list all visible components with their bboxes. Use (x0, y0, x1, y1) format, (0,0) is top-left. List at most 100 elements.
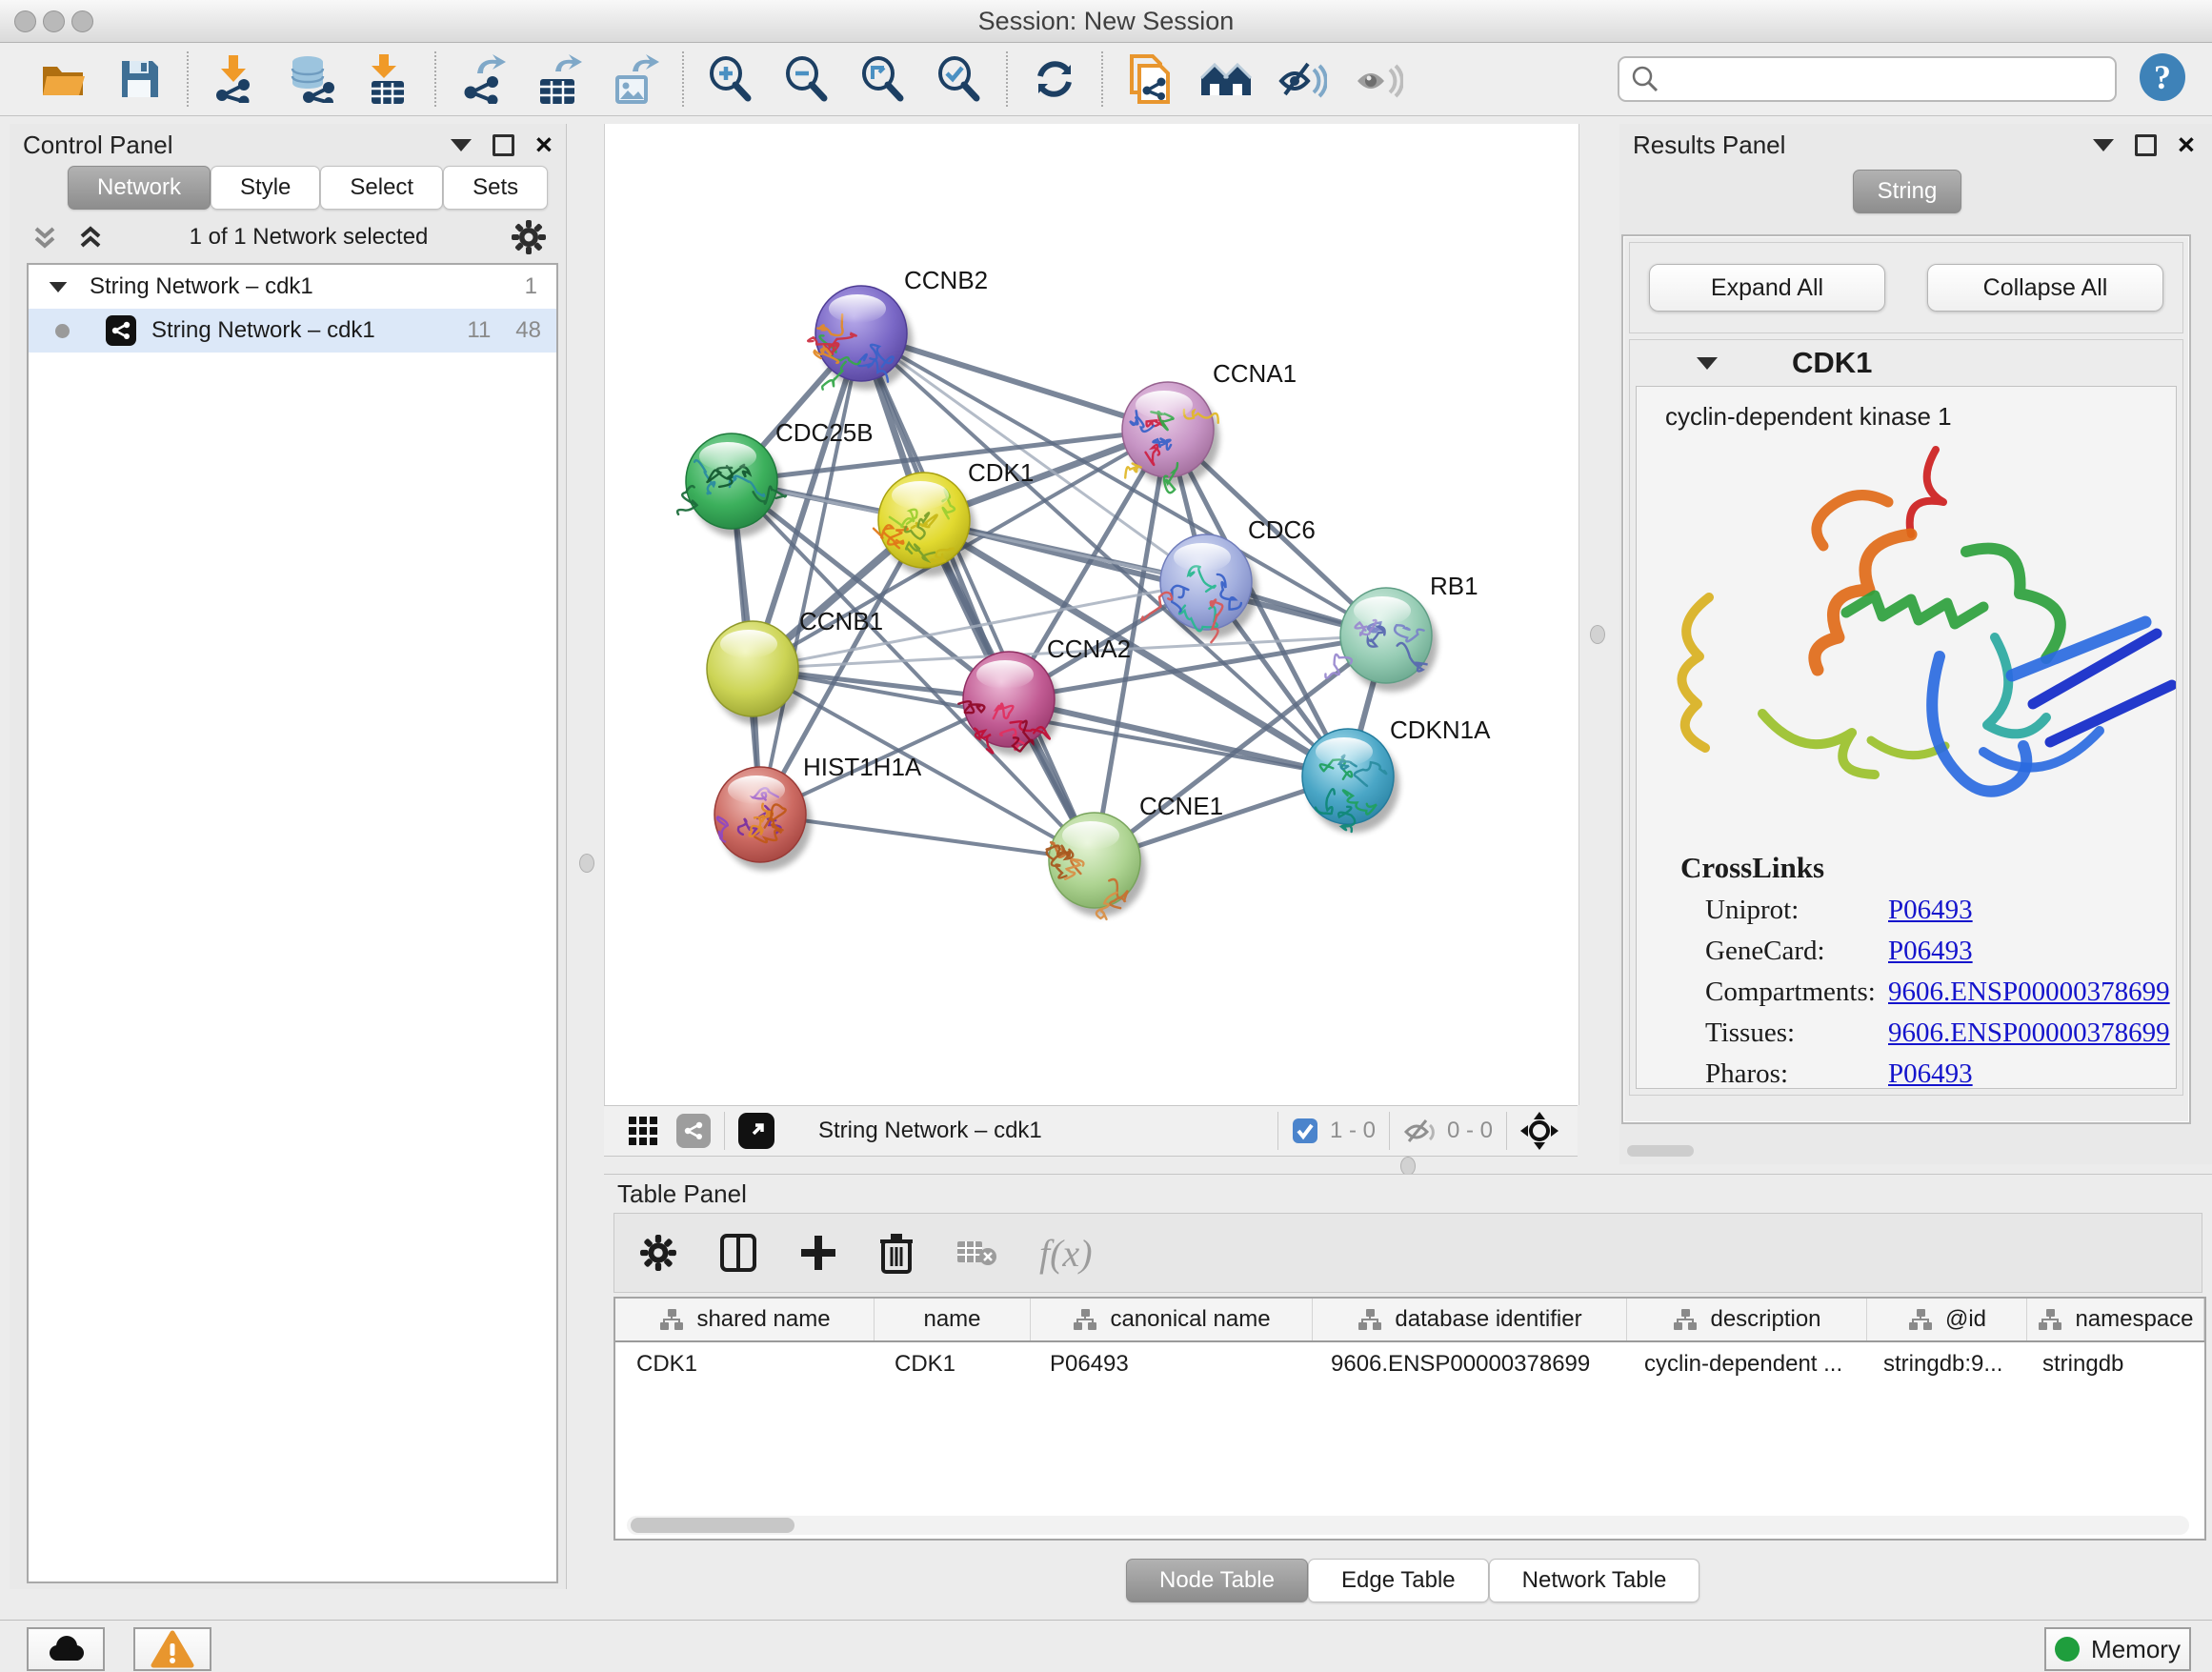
hidden-counts: 0 - 0 (1447, 1118, 1493, 1144)
export-network-button[interactable] (457, 53, 509, 105)
table-hscrollbar-thumb[interactable] (631, 1518, 794, 1533)
network-node-CDKN1A: CDKN1A (1302, 715, 1491, 833)
show-all-button[interactable] (1353, 53, 1404, 105)
zoom-selected-button[interactable] (934, 53, 985, 105)
collapse-all-button[interactable]: Collapse All (1927, 264, 2163, 312)
table-cell[interactable]: stringdb:9... (1862, 1342, 2021, 1386)
tab-edge-table[interactable]: Edge Table (1308, 1559, 1489, 1602)
network-share-icon[interactable] (676, 1114, 711, 1148)
network-row[interactable]: String Network – cdk1 11 48 (29, 309, 556, 353)
import-network-file-button[interactable] (210, 53, 261, 105)
warnings-button[interactable] (133, 1627, 211, 1671)
crosslink-value-link[interactable]: 9606.ENSP00000378699 (1888, 1017, 2170, 1049)
gene-expander-icon[interactable] (1697, 357, 1718, 370)
column-header-id[interactable]: @id (1867, 1299, 2027, 1340)
tab-node-table[interactable]: Node Table (1126, 1559, 1308, 1602)
import-table-button[interactable] (362, 53, 413, 105)
new-network-from-selection-button[interactable] (1124, 53, 1176, 105)
table-cell[interactable]: stringdb (2021, 1342, 2198, 1386)
results-scrollbar-thumb[interactable] (1627, 1145, 1694, 1157)
save-session-button[interactable] (114, 53, 166, 105)
table-cell[interactable]: CDK1 (874, 1342, 1029, 1386)
expand-all-tree-icon[interactable] (74, 221, 107, 253)
crosslink-value-link[interactable]: P06493 (1888, 1058, 1973, 1089)
table-cell[interactable]: cyclin-dependent ... (1623, 1342, 1862, 1386)
table-tabs: Node TableEdge TableNetwork Table (1126, 1559, 1699, 1602)
gene-name: CDK1 (1792, 346, 1872, 380)
network-collection-row[interactable]: String Network – cdk1 1 (29, 265, 556, 309)
tab-sets[interactable]: Sets (443, 166, 548, 210)
search-input[interactable] (1659, 65, 2103, 93)
tab-network-table[interactable]: Network Table (1489, 1559, 1700, 1602)
right-splitter-handle[interactable] (1590, 625, 1605, 644)
tab-select[interactable]: Select (320, 166, 443, 210)
function-builder-icon: f(x) (1039, 1231, 1093, 1276)
gene-section-header[interactable]: CDK1 (1630, 340, 2182, 386)
detach-view-button[interactable] (738, 1113, 774, 1149)
zoom-in-button[interactable] (705, 53, 756, 105)
column-header-namespace[interactable]: namespace (2027, 1299, 2204, 1340)
network-view-canvas[interactable]: CCNB2CCNA1CDC25BCDK1CDC6RB1CCNB1CCNA2CDK… (604, 124, 1579, 1105)
zoom-fit-button[interactable] (857, 53, 909, 105)
import-network-database-button[interactable] (286, 53, 337, 105)
column-header-name[interactable]: name (875, 1299, 1031, 1340)
tab-string[interactable]: String (1853, 170, 1961, 213)
crosslink-row: Pharos:P06493 (1705, 1058, 2176, 1089)
crosshair-icon[interactable] (1520, 1112, 1558, 1150)
grid-view-icon[interactable] (627, 1115, 659, 1147)
float-panel-icon[interactable] (493, 134, 514, 156)
collection-expander-icon[interactable] (50, 281, 68, 292)
panel-menu-icon[interactable] (2093, 139, 2114, 151)
expand-all-button[interactable]: Expand All (1649, 264, 1885, 312)
table-cell[interactable]: 9606.ENSP00000378699 (1310, 1342, 1623, 1386)
selected-checkbox-icon[interactable] (1292, 1118, 1318, 1144)
float-panel-icon[interactable] (2135, 134, 2157, 156)
table-cell[interactable]: CDK1 (615, 1342, 874, 1386)
help-button[interactable]: ? (2138, 52, 2187, 107)
column-header-databaseidentifier[interactable]: database identifier (1313, 1299, 1627, 1340)
horizontal-splitter-handle[interactable] (1400, 1157, 1416, 1176)
export-image-button[interactable] (610, 53, 661, 105)
add-column-icon[interactable] (799, 1234, 837, 1272)
network-node-count: 11 (467, 317, 491, 344)
column-header-description[interactable]: description (1627, 1299, 1867, 1340)
memory-button[interactable]: Memory (2044, 1627, 2191, 1671)
table-toolbar: f(x) (613, 1213, 2202, 1293)
refresh-layout-button[interactable] (1029, 53, 1080, 105)
toolbar-separator (187, 51, 189, 107)
hidden-eye-icon[interactable] (1403, 1117, 1438, 1145)
table-cell[interactable]: P06493 (1029, 1342, 1310, 1386)
crosslink-value-link[interactable]: P06493 (1888, 895, 1973, 926)
delete-column-icon[interactable] (879, 1232, 914, 1274)
hide-selected-button[interactable] (1277, 53, 1328, 105)
table-settings-gear-icon[interactable] (639, 1234, 677, 1272)
tab-style[interactable]: Style (211, 166, 320, 210)
tab-network[interactable]: Network (68, 166, 211, 210)
column-header-canonicalname[interactable]: canonical name (1031, 1299, 1313, 1340)
table-hscrollbar[interactable] (627, 1516, 2189, 1535)
left-splitter-handle[interactable] (579, 854, 594, 873)
column-header-sharedname[interactable]: shared name (615, 1299, 875, 1340)
node-table[interactable]: shared namenamecanonical namedatabase id… (613, 1297, 2206, 1541)
close-panel-icon[interactable]: × (2178, 135, 2195, 154)
collapse-all-tree-icon[interactable] (29, 221, 61, 253)
open-session-button[interactable] (38, 53, 90, 105)
cloud-status-button[interactable] (27, 1627, 105, 1671)
table-row[interactable]: CDK1CDK1P064939606.ENSP00000378699cyclin… (615, 1342, 2204, 1386)
gear-icon[interactable] (511, 219, 547, 255)
shared-column-icon (1907, 1307, 1934, 1332)
crosslinks-heading: CrossLinks (1680, 851, 2176, 885)
export-table-button[interactable] (533, 53, 585, 105)
crosslink-value-link[interactable]: P06493 (1888, 936, 1973, 967)
search-box (1618, 56, 2117, 102)
svg-text:CDK1: CDK1 (968, 458, 1034, 487)
close-panel-icon[interactable]: × (535, 135, 553, 154)
panel-menu-icon[interactable] (451, 139, 472, 151)
zoom-out-button[interactable] (781, 53, 833, 105)
network-node-CCNA1: CCNA1 (1122, 359, 1297, 493)
main-toolbar: ? (0, 43, 2212, 116)
show-columns-icon[interactable] (719, 1233, 757, 1273)
first-neighbors-button[interactable] (1200, 53, 1252, 105)
network-graph[interactable]: CCNB2CCNA1CDC25BCDK1CDC6RB1CCNB1CCNA2CDK… (605, 124, 1579, 1105)
crosslink-value-link[interactable]: 9606.ENSP00000378699 (1888, 977, 2170, 1008)
